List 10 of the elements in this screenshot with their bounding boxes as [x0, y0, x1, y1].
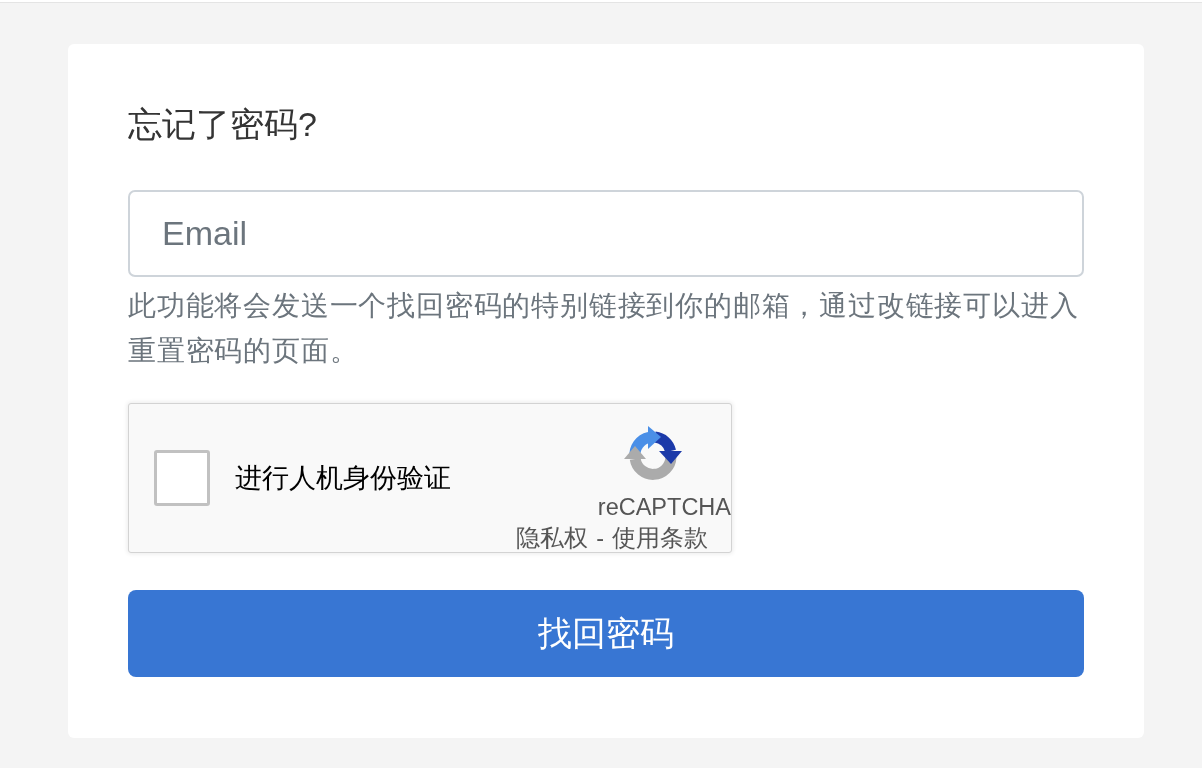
checkbox[interactable]: [154, 450, 210, 506]
email-input[interactable]: Email: [128, 190, 1084, 277]
submit-button[interactable]: 找回密码: [128, 590, 1084, 677]
help-text: 此功能将会发送一个找回密码的特别链接到你的邮箱，通过改链接可以进入重置密码的页面。: [128, 289, 1080, 368]
captcha-label: 进行人机身份验证: [235, 462, 451, 495]
page-title: 忘记了密码?: [128, 104, 317, 145]
footer-link[interactable]: 隐私权: [516, 524, 589, 552]
footer-link[interactable]: 使用条款: [612, 524, 708, 552]
recaptcha-brand-text: reCAPTCHA: [597, 493, 731, 521]
separator-text: -: [596, 524, 604, 552]
